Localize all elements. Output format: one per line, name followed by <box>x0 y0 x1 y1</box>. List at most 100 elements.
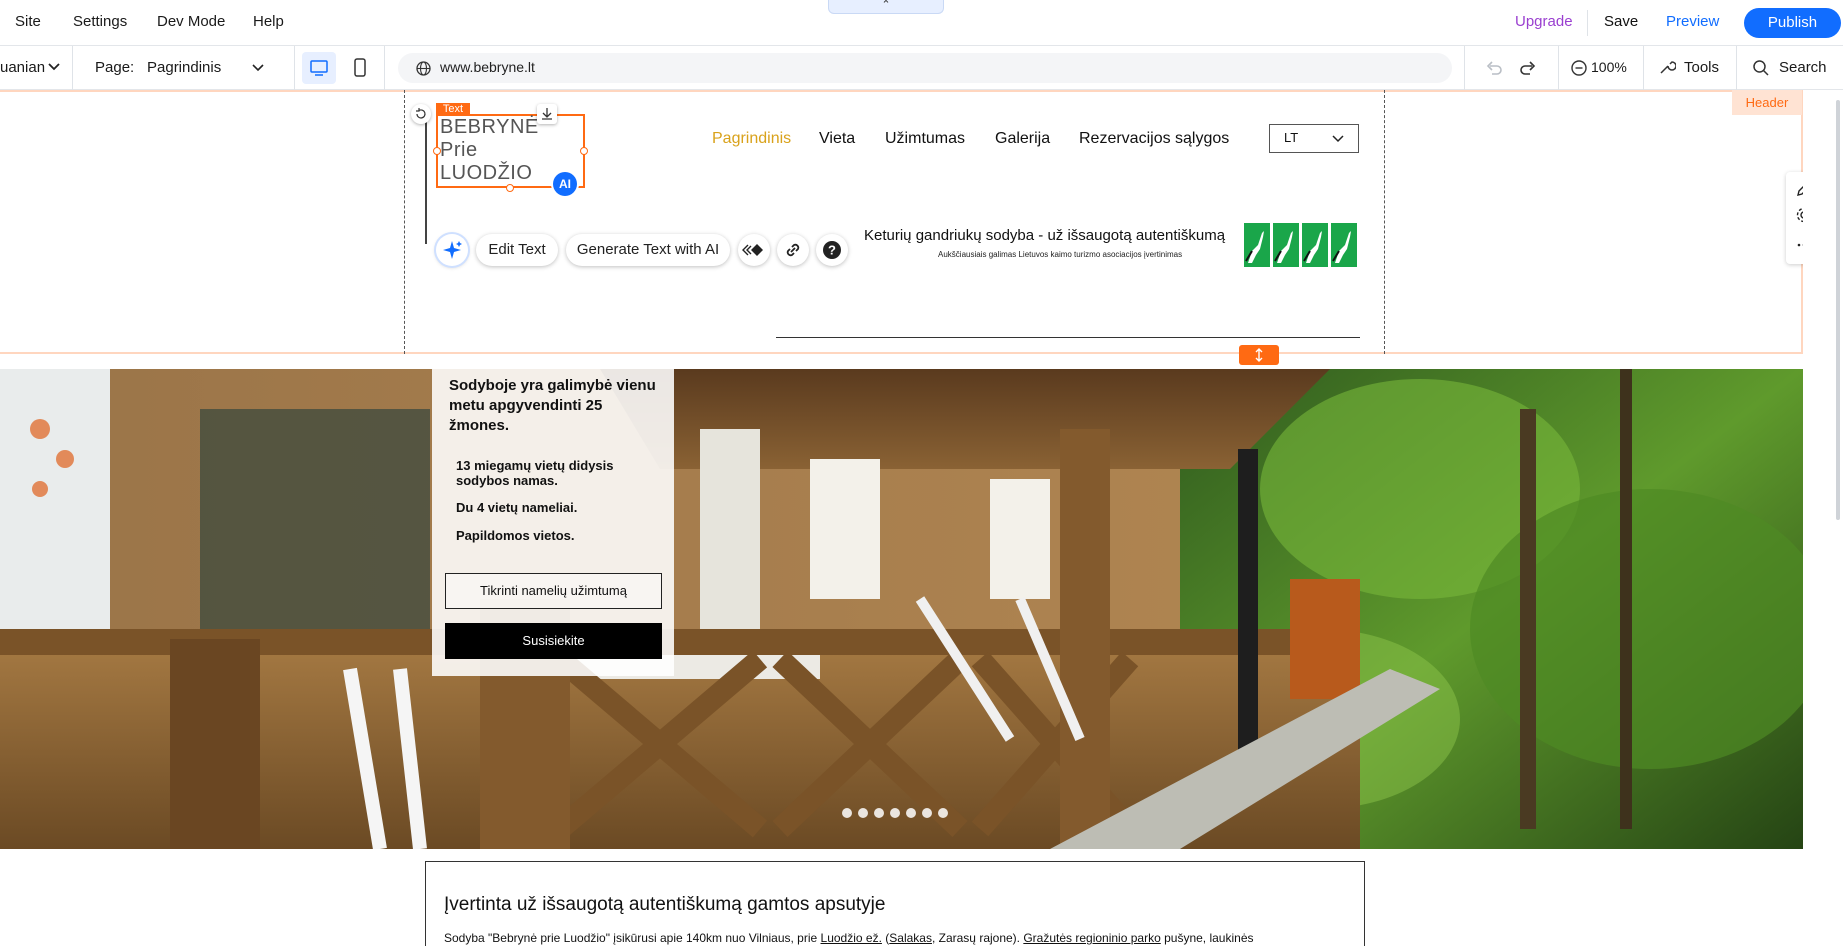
zoom-out-icon[interactable] <box>1571 60 1587 76</box>
resize-handle-left[interactable] <box>433 147 441 155</box>
page-bound-left <box>404 90 405 354</box>
divider <box>1643 46 1644 90</box>
link-salakas[interactable]: Salakas <box>889 931 932 945</box>
animation-icon <box>742 244 763 256</box>
intro-text: Sodyba "Bebrynė prie Luodžio" įsikūrusi … <box>444 931 821 945</box>
slide-dot[interactable] <box>858 808 868 818</box>
search-button[interactable]: Search <box>1779 59 1827 76</box>
stork-badge <box>1273 223 1299 267</box>
mobile-view-icon[interactable] <box>350 56 370 80</box>
hero-item-3: Papildomos vietos. <box>456 528 575 543</box>
more-icon[interactable] <box>1795 236 1803 254</box>
stork-badge <box>1302 223 1328 267</box>
hero-item-2: Du 4 vietų nameliai. <box>456 500 578 515</box>
help-button[interactable]: ? <box>816 234 848 266</box>
upgrade-link[interactable]: Upgrade <box>1515 13 1573 30</box>
url-field[interactable]: www.bebryne.lt <box>398 53 1452 83</box>
generate-text-ai-button[interactable]: Generate Text with AI <box>566 234 730 266</box>
divider <box>72 46 73 90</box>
desktop-icon <box>310 60 328 76</box>
chevron-down-icon[interactable] <box>252 63 264 73</box>
stork-icon <box>1245 231 1264 263</box>
slide-dot[interactable] <box>906 808 916 818</box>
slide-dot[interactable] <box>938 808 948 818</box>
sparkle-icon <box>443 241 462 259</box>
language-value: LT <box>1284 130 1299 145</box>
tagline-subtitle: Aukščiausiais galimas Lietuvos kaimo tur… <box>938 250 1183 259</box>
side-tools-panel <box>1786 172 1803 264</box>
header-label[interactable]: Header <box>1732 90 1802 115</box>
link-button[interactable] <box>777 234 809 266</box>
resize-handle-right[interactable] <box>580 147 588 155</box>
download-handle[interactable] <box>537 104 557 124</box>
stork-icon <box>1332 231 1351 263</box>
search-icon[interactable] <box>1752 59 1770 77</box>
nav-pagrindinis[interactable]: Pagrindinis <box>712 130 791 148</box>
edit-text-button[interactable]: Edit Text <box>476 234 558 266</box>
resize-handle-bottom[interactable] <box>506 184 514 192</box>
nav-galerija[interactable]: Galerija <box>995 130 1050 148</box>
stork-icon <box>1303 231 1322 263</box>
hero-headline: Sodyboje yra galimybė vienu metu apgyven… <box>449 377 656 434</box>
hero-slideshow[interactable]: Sodyboje yra galimybė vienu metu apgyven… <box>0 369 1803 849</box>
redo-icon[interactable] <box>1518 58 1538 78</box>
intro-heading: Įvertinta už išsaugotą autentiškumą gamt… <box>444 894 886 915</box>
intro-text: , Zarasų rajone). <box>931 931 1024 945</box>
menu-site[interactable]: Site <box>15 13 41 30</box>
logo-line-1: BEBRYNĖ <box>440 116 539 138</box>
ai-badge[interactable]: AI <box>553 172 577 196</box>
language-selector[interactable]: uanian <box>0 59 45 76</box>
zoom-level[interactable]: 100% <box>1591 59 1627 75</box>
chevron-down-icon[interactable] <box>48 62 60 72</box>
stork-badge <box>1331 223 1357 267</box>
page-selector[interactable]: Pagrindinis <box>147 59 221 76</box>
publish-button[interactable]: Publish <box>1744 8 1841 38</box>
link-regional-park[interactable]: Gražutės regioninio parko <box>1023 931 1160 945</box>
slide-dot[interactable] <box>922 808 932 818</box>
section-resize-handle[interactable] <box>1239 345 1279 365</box>
animation-button[interactable] <box>738 234 770 266</box>
menu-dev-mode[interactable]: Dev Mode <box>157 13 225 30</box>
stork-badge <box>1244 223 1270 267</box>
rotate-handle[interactable] <box>411 104 431 124</box>
divider <box>1558 46 1559 90</box>
ai-assistant-button[interactable] <box>436 234 468 266</box>
gear-icon[interactable] <box>1795 206 1803 224</box>
rotate-icon <box>416 108 426 119</box>
desktop-view-button[interactable] <box>302 52 336 84</box>
nav-vieta[interactable]: Vieta <box>819 130 855 148</box>
menu-settings[interactable]: Settings <box>73 13 127 30</box>
nav-uzimtumas[interactable]: Užimtumas <box>885 130 965 148</box>
slide-dot[interactable] <box>842 808 852 818</box>
nav-rezervacijos[interactable]: Rezervacijos sąlygos <box>1079 130 1229 148</box>
editor-canvas: Header BEBRYNĖ Prie LUODŽIO Text AI Pagr… <box>0 90 1803 946</box>
menu-help[interactable]: Help <box>253 13 284 30</box>
page-label: Page: <box>95 59 135 76</box>
editor-toolbar: uanian Page: Pagrindinis www.bebryne.lt … <box>0 46 1843 90</box>
tools-button[interactable]: Tools <box>1684 59 1719 76</box>
stork-icon <box>1274 231 1293 263</box>
preview-button[interactable]: Preview <box>1666 13 1719 30</box>
undo-icon[interactable] <box>1484 58 1504 78</box>
page-bound-right <box>1384 90 1385 354</box>
intro-text: pušyne, laukinės <box>1160 931 1254 945</box>
download-icon <box>542 108 552 120</box>
resize-vertical-icon <box>1255 348 1263 362</box>
contact-button[interactable]: Susisiekite <box>445 623 662 659</box>
divider <box>294 46 295 90</box>
pencil-icon[interactable] <box>1795 180 1803 198</box>
save-button[interactable]: Save <box>1604 13 1638 30</box>
link-icon <box>786 243 800 257</box>
language-dropdown[interactable]: LT <box>1269 124 1359 153</box>
header-divider-line <box>776 337 1360 338</box>
collapse-toolbar-tab[interactable]: ⌃ <box>828 0 944 14</box>
scrollbar-thumb[interactable] <box>1836 100 1840 520</box>
chevron-down-icon <box>1332 135 1344 143</box>
logo-line-3: LUODŽIO <box>440 162 533 184</box>
slide-dot[interactable] <box>890 808 900 818</box>
tools-icon[interactable] <box>1658 58 1676 76</box>
check-availability-button[interactable]: Tikrinti namelių užimtumą <box>445 573 662 609</box>
header-bottom-border <box>0 352 1803 354</box>
link-luodzio[interactable]: Luodžio ež. <box>821 931 882 945</box>
slide-dot[interactable] <box>874 808 884 818</box>
